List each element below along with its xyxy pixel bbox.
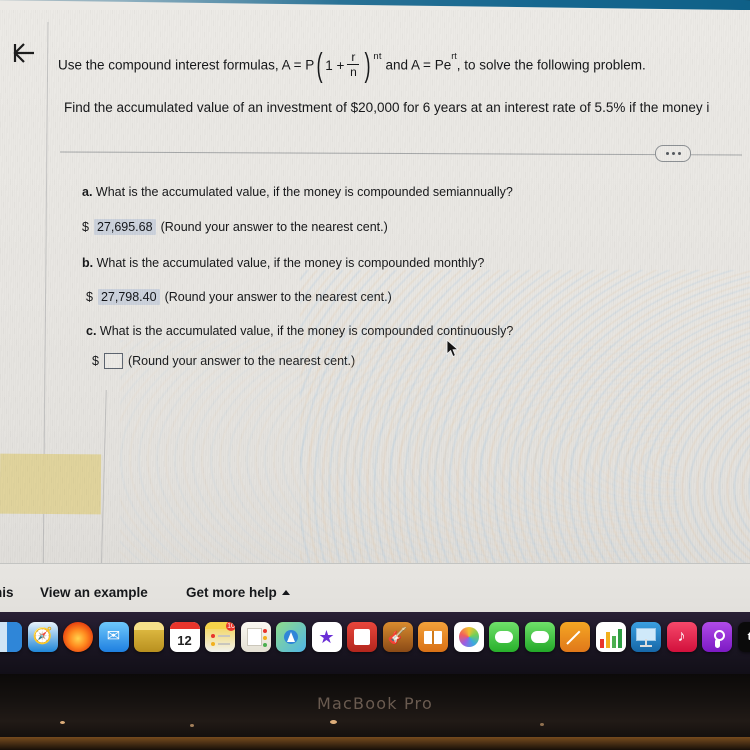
currency-symbol-b: $ <box>86 290 93 304</box>
notes-icon[interactable] <box>134 622 164 652</box>
mouse-cursor-icon <box>446 339 460 359</box>
safari-icon[interactable]: 🧭 <box>27 622 58 652</box>
part-b-question: b. What is the accumulated value, if the… <box>82 256 484 270</box>
currency-symbol-a: $ <box>82 220 89 234</box>
part-a-text: What is the accumulated value, if the mo… <box>95 185 513 199</box>
part-b-answer-row: $ 27,798.40 (Round your answer to the ne… <box>86 289 392 305</box>
appletv-icon-glyph: tv <box>747 630 750 643</box>
caret-up-icon <box>281 590 290 595</box>
compound-interest-formula: (1 + r n) nt <box>314 46 382 83</box>
light-speck <box>330 720 337 724</box>
get-more-help-label: Get more help <box>186 585 277 600</box>
part-a-letter: a. <box>82 185 93 199</box>
ellipsis-icon[interactable] <box>655 145 691 162</box>
back-to-start-icon[interactable] <box>8 38 42 68</box>
get-more-help-button[interactable]: Get more help <box>186 585 290 600</box>
garageband-icon[interactable]: 🎸 <box>382 622 413 652</box>
hint-c: (Round your answer to the nearest cent.) <box>127 354 356 368</box>
bezel-glow <box>0 737 750 750</box>
currency-symbol-c: $ <box>92 354 99 368</box>
facetime-alt-icon[interactable] <box>347 622 377 652</box>
finder-icon[interactable] <box>0 622 22 652</box>
device-label: MacBook Pro <box>317 694 433 713</box>
garageband-icon-glyph: 🎸 <box>387 628 408 645</box>
appletv-icon[interactable]: tv <box>737 622 750 652</box>
light-speck <box>60 721 65 724</box>
pages-icon[interactable] <box>560 622 590 652</box>
music-icon-glyph: ♪ <box>677 628 686 645</box>
calendar-icon[interactable]: 12 <box>169 622 200 652</box>
part-c-letter: c. <box>86 324 97 338</box>
open-paren: ( <box>316 46 323 83</box>
part-c-text: What is the accumulated value, if the mo… <box>99 324 514 338</box>
continuous-formula-exponent: rt <box>451 50 457 61</box>
fraction-numerator: r <box>351 50 356 65</box>
part-b-letter: b. <box>82 256 94 270</box>
macos-dock: 🧭✉1210★🎸♪tvN <box>0 612 750 674</box>
part-c-question: c. What is the accumulated value, if the… <box>86 324 513 338</box>
messages-icon[interactable] <box>489 622 519 652</box>
clear-all-button[interactable]: his <box>0 585 14 600</box>
numbers-icon[interactable] <box>595 622 626 652</box>
one-plus: 1 + <box>325 57 345 73</box>
part-a-answer-row: $ 27,695.68 (Round your answer to the ne… <box>82 219 388 235</box>
problem-intro-line: Use the compound interest formulas, A = … <box>58 46 646 83</box>
worksheet-screen: Use the compound interest formulas, A = … <box>0 10 750 690</box>
mail-icon-glyph: ✉ <box>106 628 121 645</box>
answer-input-c[interactable] <box>103 353 123 369</box>
keynote-icon[interactable] <box>631 622 661 652</box>
books-icon[interactable] <box>418 622 448 652</box>
light-speck <box>190 724 194 727</box>
facetime-icon[interactable] <box>524 622 555 652</box>
part-c-answer-row: $ (Round your answer to the nearest cent… <box>92 353 355 369</box>
part-a-question: a. What is the accumulated value, if the… <box>82 185 513 199</box>
maps-icon[interactable] <box>276 622 306 652</box>
music-icon[interactable]: ♪ <box>666 622 697 652</box>
fraction-denominator: n <box>350 65 357 80</box>
close-paren: ) <box>364 46 371 83</box>
mail-icon[interactable]: ✉ <box>98 622 129 652</box>
problem-intro-middle: and A = Pe <box>385 57 452 73</box>
rate-over-n-fraction: rn <box>347 50 360 80</box>
firefox-icon[interactable] <box>63 622 93 652</box>
photos-icon[interactable] <box>453 622 484 652</box>
safari-icon-glyph: 🧭 <box>32 628 53 645</box>
tan-color-block <box>0 453 102 515</box>
view-an-example-button[interactable]: View an example <box>40 585 148 600</box>
photobooth-icon-glyph: ★ <box>318 627 335 647</box>
answer-input-a[interactable]: 27,695.68 <box>93 219 156 235</box>
light-speck <box>540 723 544 726</box>
part-b-text: What is the accumulated value, if the mo… <box>96 256 485 270</box>
hint-b: (Round your answer to the nearest cent.) <box>164 290 392 304</box>
problem-intro-suffix: , to solve the following problem. <box>456 57 646 73</box>
answer-input-b[interactable]: 27,798.40 <box>97 289 160 305</box>
reminders-icon[interactable]: 10 <box>205 622 235 652</box>
podcasts-icon[interactable] <box>702 622 732 652</box>
contacts-icon[interactable] <box>240 622 271 652</box>
photographed-laptop-screen: Use the compound interest formulas, A = … <box>0 0 750 750</box>
formula-exponent: nt <box>373 51 382 63</box>
problem-intro-prefix: Use the compound interest formulas, A = … <box>58 57 315 73</box>
problem-statement: Find the accumulated value of an investm… <box>64 100 710 115</box>
hint-a: (Round your answer to the nearest cent.) <box>160 220 388 234</box>
photobooth-icon[interactable]: ★ <box>311 622 342 652</box>
